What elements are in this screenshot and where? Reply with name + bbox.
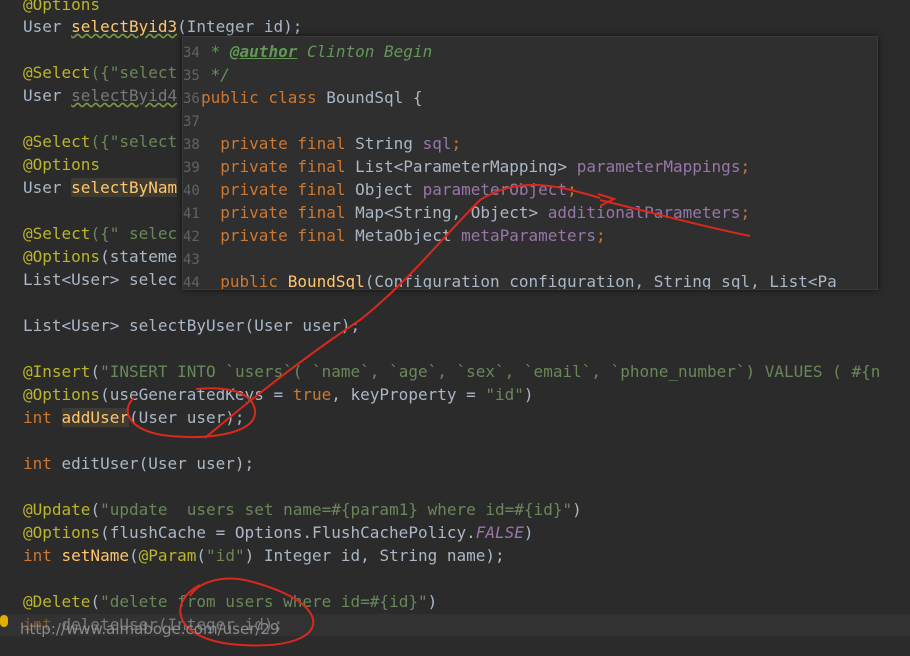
watermark: http://www.aimaboge.com/user/29: [20, 620, 280, 638]
red-pen-annotations: [126, 183, 751, 647]
arrow-to-parameterobject: [204, 183, 601, 439]
underline-additionalparameters: [599, 199, 751, 237]
